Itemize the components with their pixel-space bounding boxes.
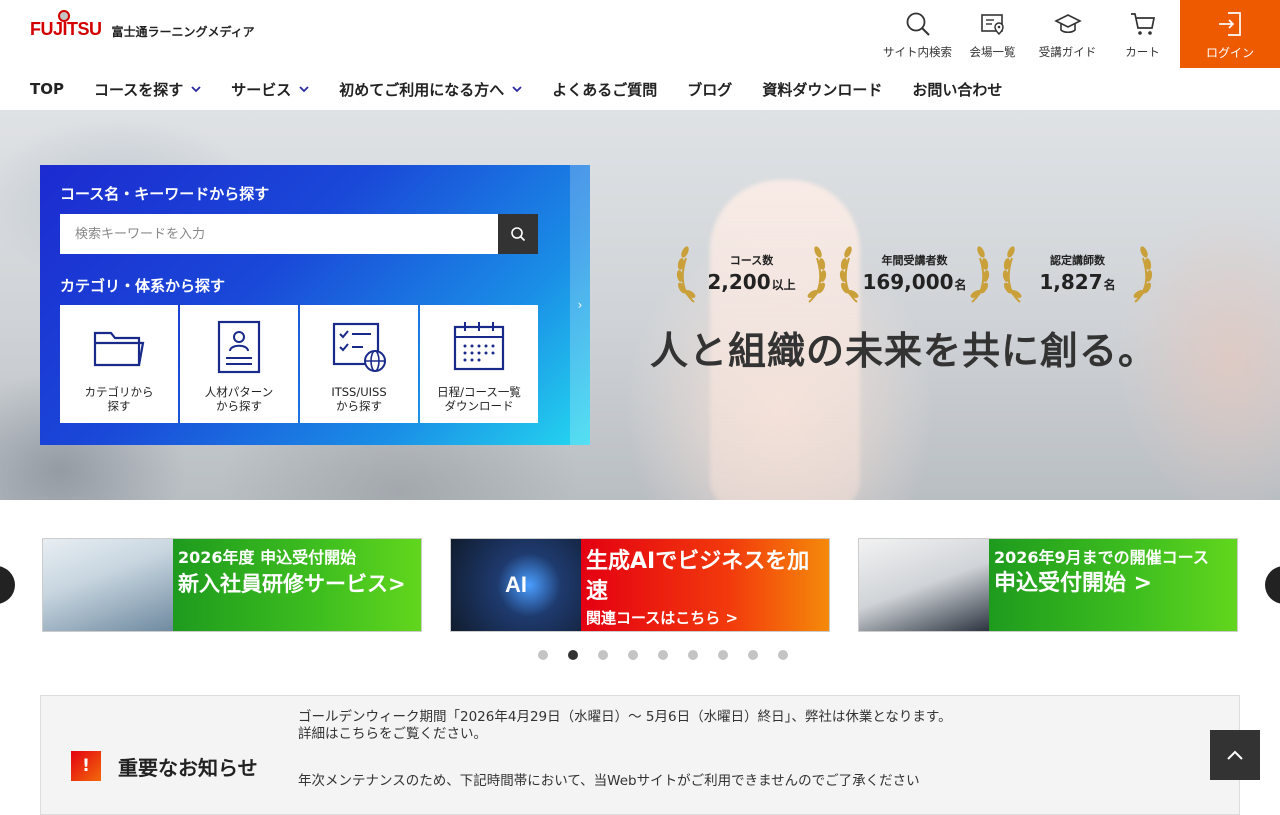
laurel-icon: [1133, 246, 1153, 303]
graduation-cap-icon: [1053, 14, 1082, 34]
banner-photo: [859, 539, 989, 631]
map-pin-icon: [980, 14, 1004, 36]
banner-new-employee[interactable]: 2026年度 申込受付開始 新入社員研修サービス>: [42, 538, 422, 632]
stat-value: 1,827: [1039, 270, 1103, 294]
search-icon: [906, 12, 930, 36]
folder-icon: [93, 331, 145, 367]
hero-stats: コース数 2,200以上 年間受講者数 169,000名 認定講師数 1,827…: [670, 238, 1159, 308]
laurel-icon: [970, 246, 990, 303]
hero: コース名・キーワードから探す カテゴリ・体系から探す カテゴリから 探す 人材パ…: [0, 110, 1280, 500]
stat-unit: 名: [954, 278, 967, 292]
category-tile-itss[interactable]: ITSS/UISS から探す: [300, 305, 418, 423]
important-notice: ! 重要なお知らせ ゴールデンウィーク期間「2026年4月29日（水曜日）～ 5…: [40, 695, 1240, 815]
nav-top[interactable]: TOP: [30, 80, 64, 98]
carousel-dot[interactable]: [658, 650, 668, 660]
banner-photo: [43, 539, 173, 631]
keyword-search-input[interactable]: [60, 214, 498, 254]
nav-first-time[interactable]: 初めてご利用になる方へ: [339, 79, 522, 100]
fujitsu-logo: FUJITSU: [30, 9, 102, 40]
venue-list-link[interactable]: 会場一覧: [955, 0, 1030, 68]
nav-blog[interactable]: ブログ: [687, 79, 732, 100]
chevron-down-icon: [299, 86, 309, 93]
course-search-panel: コース名・キーワードから探す カテゴリ・体系から探す カテゴリから 探す 人材パ…: [40, 165, 590, 445]
stat-certified-instructors: 認定講師数 1,827名: [996, 238, 1159, 308]
stat-value: 2,200: [707, 270, 771, 294]
cart-link[interactable]: カート: [1105, 0, 1180, 68]
keyword-search-box: [60, 214, 538, 254]
category-tiles: カテゴリから 探す 人材パターン から探す ITSS/UISS から探す 日程/…: [60, 305, 538, 423]
carousel-dot[interactable]: [778, 650, 788, 660]
keyword-search-button[interactable]: [498, 214, 538, 254]
carousel-dot[interactable]: [748, 650, 758, 660]
utility-menu: サイト内検索 会場一覧 受講ガイド カート: [880, 0, 1180, 68]
stat-unit: 名: [1103, 278, 1116, 292]
checklist-globe-icon: [332, 322, 386, 372]
keyword-search-heading: コース名・キーワードから探す: [60, 185, 270, 203]
carousel-dot[interactable]: [598, 650, 608, 660]
hero-tagline: 人と組織の未来を共に創る。: [650, 329, 1158, 373]
chevron-down-icon: [191, 86, 201, 93]
nav-find-course[interactable]: コースを探す: [94, 79, 201, 100]
carousel-next-button[interactable]: [1265, 566, 1280, 604]
stat-course-count: コース数 2,200以上: [670, 238, 833, 308]
carousel-dot[interactable]: [568, 650, 578, 660]
nav-services[interactable]: サービス: [231, 79, 309, 100]
carousel-pagination: [538, 650, 808, 660]
alert-icon: !: [71, 751, 101, 781]
chevron-down-icon: [512, 86, 522, 93]
site-logo[interactable]: FUJITSU 富士通ラーニングメディア: [30, 9, 255, 40]
search-icon: [511, 227, 526, 242]
banner-generative-ai[interactable]: AI 生成AIでビジネスを加速 関連コースはこちら >: [450, 538, 830, 632]
banner-photo: AI: [451, 539, 581, 631]
profile-card-icon: [217, 320, 261, 374]
nav-faq[interactable]: よくあるご質問: [552, 79, 657, 100]
laurel-icon: [676, 246, 696, 303]
category-tile-schedule[interactable]: 日程/コース一覧 ダウンロード: [420, 305, 538, 423]
laurel-icon: [807, 246, 827, 303]
banner-course-registration[interactable]: 2026年9月までの開催コース 申込受付開始 >: [858, 538, 1238, 632]
page-top-button[interactable]: [1210, 730, 1260, 780]
course-guide-link[interactable]: 受講ガイド: [1030, 0, 1105, 68]
notice-item[interactable]: ゴールデンウィーク期間「2026年4月29日（水曜日）～ 5月6日（水曜日）終日…: [298, 696, 1098, 743]
cart-icon: [1130, 13, 1155, 35]
login-button[interactable]: ログイン: [1180, 0, 1280, 68]
carousel-dot[interactable]: [688, 650, 698, 660]
company-name: 富士通ラーニングメディア: [111, 25, 255, 39]
nav-download[interactable]: 資料ダウンロード: [762, 79, 882, 100]
notice-title: 重要なお知らせ: [118, 755, 258, 780]
laurel-icon: [839, 246, 859, 303]
carousel-prev-button[interactable]: [0, 566, 15, 604]
laurel-icon: [1002, 246, 1022, 303]
chevron-up-icon: [1227, 750, 1243, 760]
panel-toggle-tab[interactable]: ›: [570, 165, 590, 445]
global-nav: TOP コースを探す サービス 初めてご利用になる方へ よくあるご質問 ブログ …: [0, 68, 1280, 110]
carousel-dot[interactable]: [628, 650, 638, 660]
login-icon: [1219, 12, 1241, 36]
banner-carousel: 2026年度 申込受付開始 新入社員研修サービス> AI 生成AIでビジネスを加…: [0, 538, 1280, 634]
category-tile-pattern[interactable]: 人材パターン から探す: [180, 305, 298, 423]
category-tile-category[interactable]: カテゴリから 探す: [60, 305, 178, 423]
site-search-link[interactable]: サイト内検索: [880, 0, 955, 68]
stat-unit: 以上: [771, 278, 796, 292]
notice-item[interactable]: 年次メンテナンスのため、下記時間帯において、当Webサイトがご利用できませんので…: [298, 743, 1098, 790]
site-header: FUJITSU 富士通ラーニングメディア サイト内検索 会場一覧 受講ガイド カ…: [0, 0, 1280, 68]
category-search-heading: カテゴリ・体系から探す: [60, 277, 226, 295]
calendar-icon: [453, 322, 505, 371]
stat-value: 169,000: [862, 270, 954, 294]
carousel-dot[interactable]: [718, 650, 728, 660]
nav-contact[interactable]: お問い合わせ: [912, 79, 1002, 100]
carousel-dot[interactable]: [538, 650, 548, 660]
stat-annual-students: 年間受講者数 169,000名: [833, 238, 996, 308]
